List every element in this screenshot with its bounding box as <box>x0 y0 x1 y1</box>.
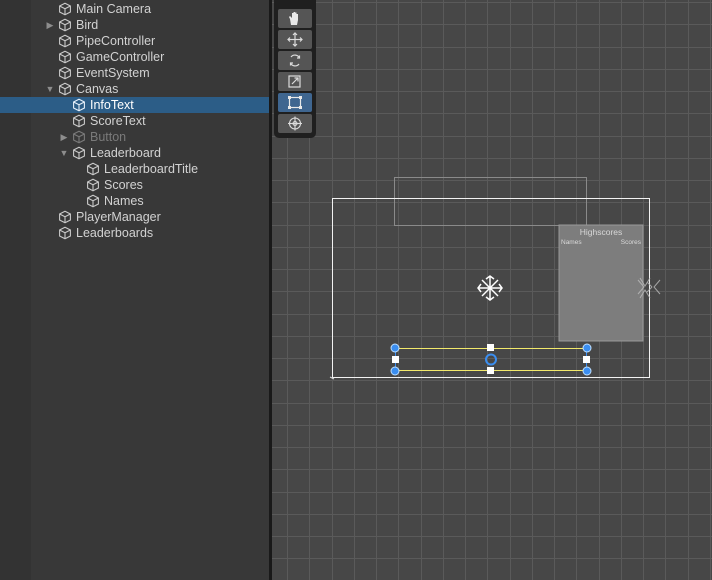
rect-corner-handle[interactable] <box>582 343 592 353</box>
collapse-arrow-icon[interactable]: ▶ <box>59 131 69 143</box>
transform-tool-button[interactable] <box>278 114 312 133</box>
transform-icon <box>288 116 302 131</box>
gameobject-cube-icon <box>59 66 71 80</box>
hierarchy-item-label: Button <box>90 130 127 144</box>
hierarchy-item-eventsystem[interactable]: EventSystem <box>0 65 270 81</box>
hierarchy-item-label: Main Camera <box>76 2 152 16</box>
gameobject-cube-icon <box>73 130 85 144</box>
hierarchy-item-label: LeaderboardTitle <box>104 162 199 176</box>
hierarchy-item-label: Bird <box>76 18 99 32</box>
hierarchy-item-label: Names <box>104 194 144 208</box>
hierarchy-item-button[interactable]: ▶ Button <box>0 129 270 145</box>
hierarchy-item-infotext[interactable]: InfoText <box>0 97 270 113</box>
hierarchy-item-label: PlayerManager <box>76 210 161 224</box>
hierarchy-item-playermanager[interactable]: PlayerManager <box>0 209 270 225</box>
hierarchy-item-leaderboardtitle[interactable]: LeaderboardTitle <box>0 161 270 177</box>
expand-arrow-icon[interactable]: ▼ <box>45 83 55 95</box>
rect-edge-handle[interactable] <box>583 356 590 363</box>
gameobject-cube-icon <box>59 50 71 64</box>
hierarchy-panel: Main Camera ▶ Bird PipeController GameContro… <box>0 0 270 580</box>
canvas-pivot-icon <box>477 275 503 301</box>
hierarchy-item-gamecontroller[interactable]: GameController <box>0 49 270 65</box>
hierarchy-item-label: Leaderboards <box>76 226 154 240</box>
gameobject-cube-icon <box>59 18 71 32</box>
rect-edge-handle[interactable] <box>487 367 494 374</box>
rect-corner-handle[interactable] <box>390 366 400 376</box>
gameobject-cube-icon <box>73 98 85 112</box>
rect-tool-button[interactable] <box>278 93 312 112</box>
gameobject-cube-icon <box>59 2 71 16</box>
collapse-arrow-icon[interactable]: ▶ <box>45 19 55 31</box>
gameobject-cube-icon <box>87 162 99 176</box>
leaderboard-scores-header: Scores <box>621 239 642 246</box>
leaderboard-names-header: Names <box>561 239 582 246</box>
scale-tool-button[interactable] <box>278 72 312 91</box>
gameobject-cube-icon <box>59 226 71 240</box>
hierarchy-item-label: PipeController <box>76 34 156 48</box>
scale-icon <box>288 75 301 88</box>
tool-palette <box>274 0 316 138</box>
score-text-rect[interactable] <box>394 177 587 226</box>
hierarchy-item-names[interactable]: Names <box>0 193 270 209</box>
scene-canvas[interactable]: Highscores Names Scores <box>272 0 712 580</box>
gameobject-cube-icon <box>59 82 71 96</box>
hierarchy-item-label: GameController <box>76 50 165 64</box>
gameobject-cube-icon <box>73 146 85 160</box>
gameobject-cube-icon <box>73 114 85 128</box>
hierarchy-item-label: Scores <box>104 178 143 192</box>
hand-tool-button[interactable] <box>278 9 312 28</box>
hierarchy-item-pipecontroller[interactable]: PipeController <box>0 33 270 49</box>
gameobject-cube-icon <box>87 178 99 192</box>
hierarchy-item-leaderboards[interactable]: Leaderboards <box>0 225 270 241</box>
hierarchy-item-label: EventSystem <box>76 66 150 80</box>
gameobject-cube-icon <box>59 34 71 48</box>
gameobject-cube-icon <box>59 210 71 224</box>
scene-view[interactable]: Highscores Names Scores <box>272 0 712 580</box>
move-tool-button[interactable] <box>278 30 312 49</box>
hierarchy-item-label: InfoText <box>90 98 134 112</box>
rect-corner-handle[interactable] <box>390 343 400 353</box>
hierarchy-item-main camera[interactable]: Main Camera <box>0 1 270 17</box>
hierarchy-item-scores[interactable]: Scores <box>0 177 270 193</box>
move-icon <box>287 32 303 47</box>
rect-corner-handle[interactable] <box>582 366 592 376</box>
hierarchy-item-bird[interactable]: ▶ Bird <box>0 17 270 33</box>
hierarchy-item-canvas[interactable]: ▼ Canvas <box>0 81 270 97</box>
hierarchy-item-scoretext[interactable]: ScoreText <box>0 113 270 129</box>
rect-icon <box>288 96 302 109</box>
hierarchy-item-leaderboard[interactable]: ▼ Leaderboard <box>0 145 270 161</box>
hierarchy-item-label: Canvas <box>76 82 119 96</box>
expand-arrow-icon[interactable]: ▼ <box>59 147 69 159</box>
rect-edge-handle[interactable] <box>487 344 494 351</box>
gameobject-cube-icon <box>87 194 99 208</box>
rotate-tool-button[interactable] <box>278 51 312 70</box>
rect-edge-handle[interactable] <box>392 356 399 363</box>
hierarchy-item-label: Leaderboard <box>90 146 161 160</box>
hierarchy-item-label: ScoreText <box>90 114 146 128</box>
leaderboard-panel[interactable]: Highscores Names Scores <box>558 224 644 342</box>
hand-icon <box>289 12 298 25</box>
rotate-icon <box>289 54 301 67</box>
leaderboard-title-text: Highscores <box>580 227 623 237</box>
